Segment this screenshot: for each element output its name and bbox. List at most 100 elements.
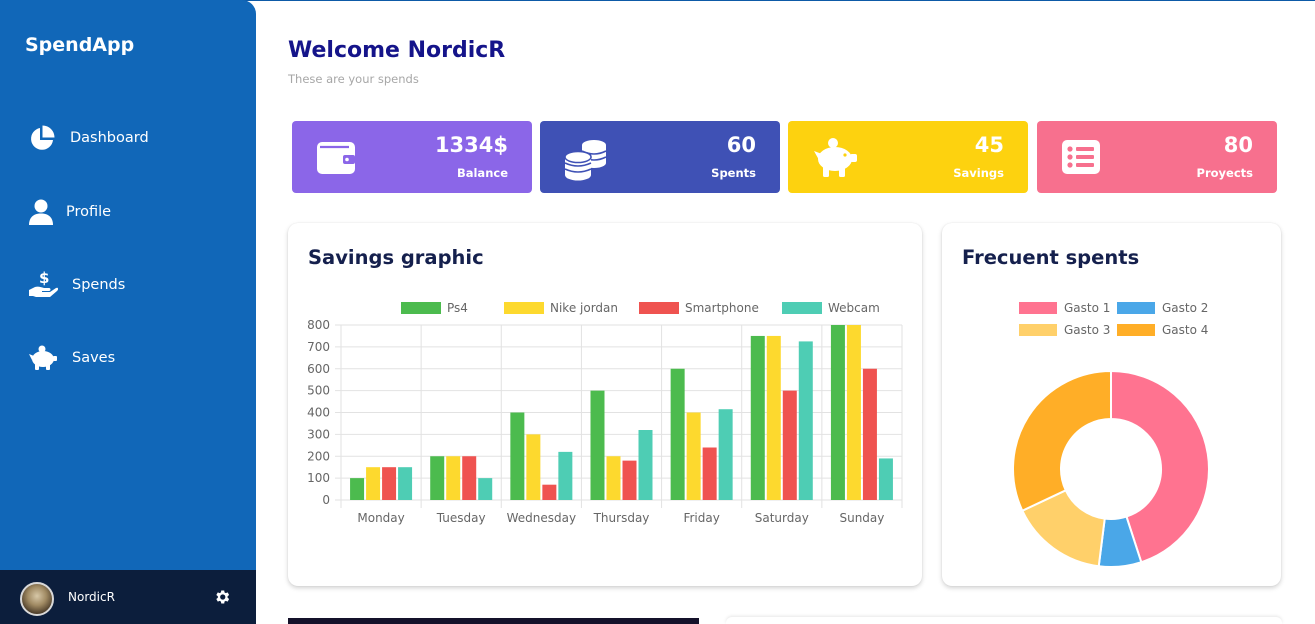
savings-bar-chart: Ps4 Nike jordan Smartphone Webcam 0 100 200 300… — [307, 301, 903, 525]
legend-label: Webcam — [828, 301, 880, 315]
legend-swatch — [401, 302, 441, 314]
legend-swatch — [639, 302, 679, 314]
coins-icon — [564, 140, 607, 181]
x-tick-label: Thursday — [593, 511, 650, 525]
bottom-panel-dark — [288, 618, 699, 624]
sidebar-item-label: Profile — [66, 204, 112, 220]
bar — [846, 325, 861, 500]
chart-legend: Ps4 Nike jordan Smartphone Webcam — [401, 301, 880, 315]
sidebar-item-label: Saves — [72, 350, 116, 366]
page-title: Welcome NordicR — [288, 38, 506, 63]
y-tick-label: 700 — [307, 340, 330, 354]
stat-value: 60 — [726, 133, 756, 157]
x-tick-label: Sunday — [839, 511, 884, 525]
list-icon — [1062, 140, 1100, 174]
bar — [350, 478, 365, 500]
y-tick-label: 300 — [307, 427, 330, 441]
bar — [430, 456, 445, 500]
legend-swatch — [782, 302, 822, 314]
stat-label: Proyects — [1196, 166, 1253, 180]
bar — [638, 430, 653, 500]
bar — [686, 412, 701, 500]
user-icon — [29, 199, 53, 225]
legend-label: Ps4 — [447, 301, 468, 315]
sidebar-item-profile[interactable]: Profile — [28, 198, 111, 226]
stat-value: 80 — [1223, 133, 1253, 157]
page-subtitle: These are your spends — [288, 72, 419, 86]
stat-label: Savings — [953, 166, 1004, 180]
sidebar: SpendApp Dashboard Profile $ Spends Save… — [0, 0, 256, 624]
y-tick-label: 800 — [307, 318, 330, 332]
bar — [366, 467, 381, 500]
wallet-icon — [317, 142, 355, 174]
bar — [622, 460, 637, 500]
sidebar-item-label: Spends — [72, 277, 126, 293]
user-name: NordicR — [68, 590, 115, 604]
bar — [542, 484, 557, 500]
piggy-bank-icon — [814, 138, 857, 177]
legend-label: Nike jordan — [550, 301, 618, 315]
savings-panel: Savings graphic Ps4 Nike jordan Smartphone… — [288, 223, 922, 586]
avatar[interactable] — [20, 582, 54, 616]
stat-value: 1334$ — [434, 133, 508, 157]
legend-label: Gasto 3 — [1064, 323, 1110, 337]
bar — [558, 451, 573, 500]
x-tick-label: Tuesday — [436, 511, 486, 525]
piggy-bank-icon — [29, 345, 57, 370]
y-tick-label: 600 — [307, 362, 330, 376]
chart-legend: Gasto 1 Gasto 2 Gasto 3 Gasto 4 — [1019, 301, 1208, 337]
hand-dollar-icon: $ — [29, 270, 58, 297]
frequent-panel: Frecuent spents Gasto 1 Gasto 2 Gasto 3 Gas… — [942, 223, 1281, 586]
bar — [830, 325, 845, 500]
legend-label: Gasto 2 — [1162, 301, 1208, 315]
legend-swatch — [1117, 302, 1155, 314]
y-tick-label: 500 — [307, 384, 330, 398]
y-tick-label: 100 — [307, 471, 330, 485]
bottom-panel-light — [726, 617, 1282, 624]
bar — [606, 456, 621, 500]
legend-swatch — [1019, 324, 1057, 336]
bar — [446, 456, 461, 500]
legend-label: Gasto 1 — [1064, 301, 1110, 315]
stat-card-proyects[interactable]: 80 Proyects — [1037, 121, 1277, 193]
frequent-donut-chart: Gasto 1 Gasto 2 Gasto 3 Gasto 4 — [1012, 301, 1210, 568]
donut-slice — [1012, 369, 1112, 513]
sidebar-item-saves[interactable]: Saves — [28, 345, 115, 371]
stat-card-balance[interactable]: 1334$ Balance — [292, 121, 532, 193]
bar — [798, 341, 813, 500]
gear-icon[interactable] — [213, 588, 231, 606]
bar — [862, 368, 877, 500]
legend-label: Smartphone — [685, 301, 759, 315]
sidebar-item-label: Dashboard — [70, 130, 149, 146]
bar — [670, 368, 685, 500]
x-tick-label: Friday — [683, 511, 719, 525]
brand-logo[interactable]: SpendApp — [25, 34, 134, 56]
stat-label: Balance — [456, 166, 508, 180]
bar — [398, 467, 413, 500]
stat-card-savings[interactable]: 45 Savings — [788, 121, 1028, 193]
svg-text:$: $ — [39, 270, 49, 287]
sidebar-item-spends[interactable]: $ Spends — [28, 270, 125, 300]
x-tick-label: Saturday — [755, 511, 809, 525]
bar — [718, 409, 733, 500]
sidebar-item-dashboard[interactable]: Dashboard — [28, 124, 149, 152]
legend-swatch — [1019, 302, 1057, 314]
y-tick-label: 200 — [307, 449, 330, 463]
x-tick-label: Monday — [357, 511, 404, 525]
bar — [510, 412, 525, 500]
bar — [750, 335, 765, 500]
bar — [382, 467, 397, 500]
stat-value: 45 — [974, 133, 1004, 157]
bar — [478, 478, 493, 500]
legend-swatch — [1117, 324, 1155, 336]
bar — [526, 434, 541, 500]
legend-swatch — [504, 302, 544, 314]
bar — [782, 390, 797, 500]
bar — [766, 335, 781, 500]
stat-card-spents[interactable]: 60 Spents — [540, 121, 780, 193]
stat-label: Spents — [711, 166, 756, 180]
x-tick-label: Wednesday — [507, 511, 576, 525]
y-tick-label: 400 — [307, 406, 330, 420]
bar — [702, 447, 717, 500]
legend-label: Gasto 4 — [1162, 323, 1208, 337]
